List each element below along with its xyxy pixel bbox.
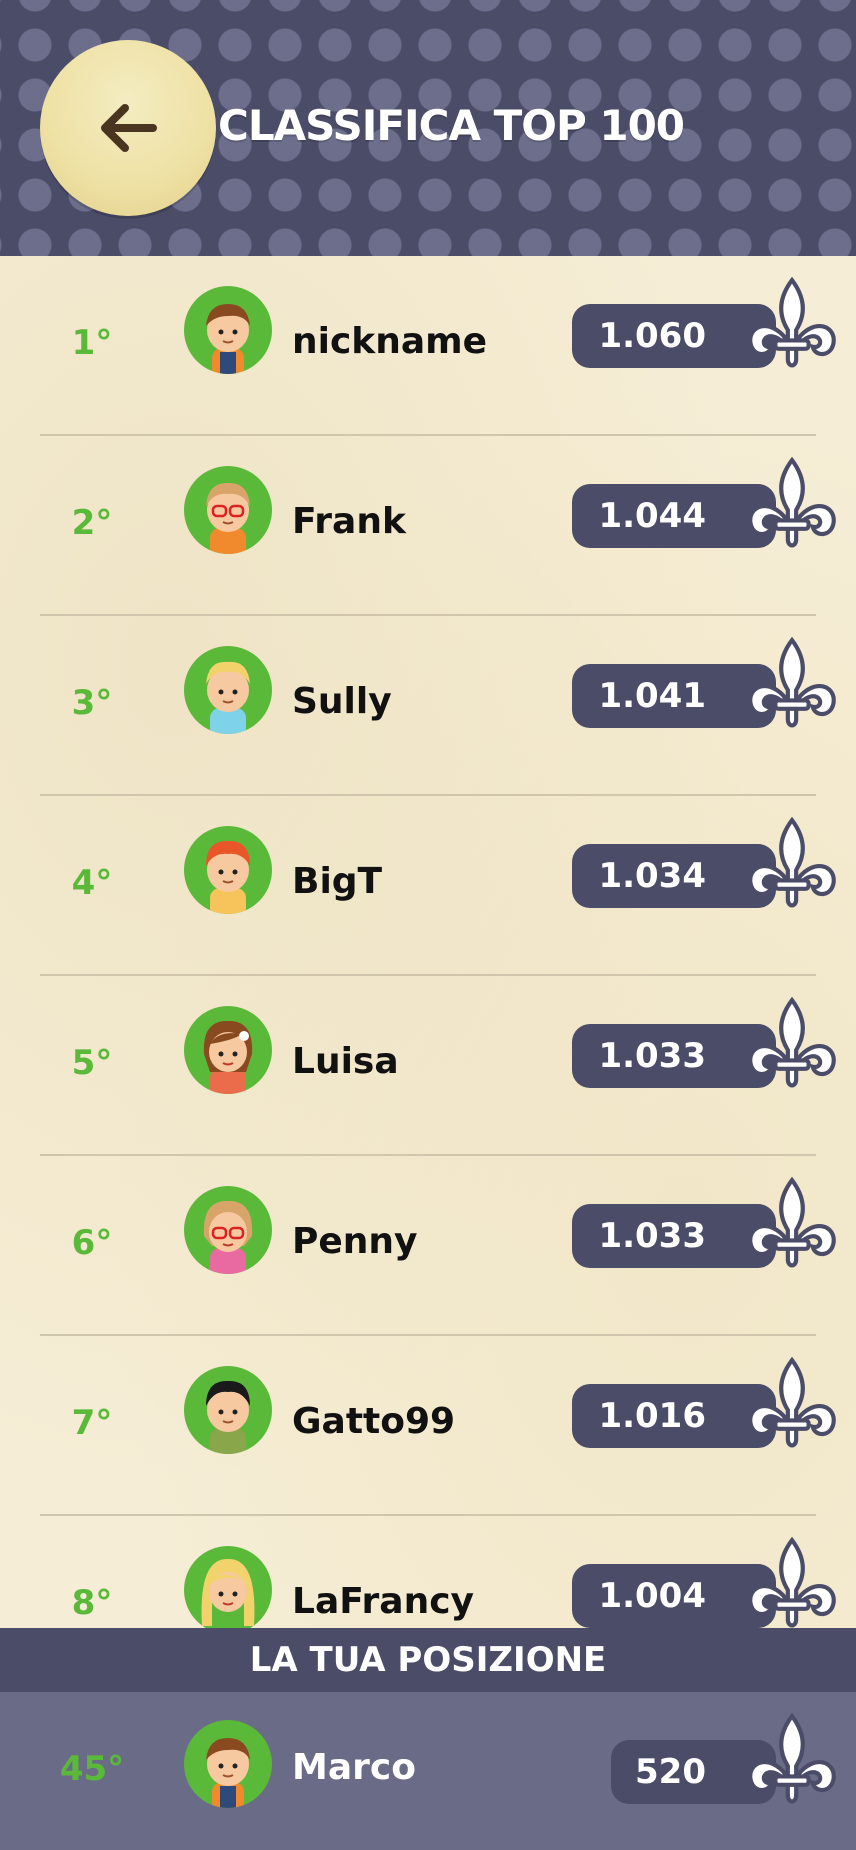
rank-label: 6° (71, 1223, 113, 1263)
fleur-de-lis-icon (748, 996, 836, 1088)
fleur-de-lis-icon (748, 276, 836, 368)
player-name: Sully (292, 681, 392, 722)
your-position-row[interactable]: 45° Marco 520 (0, 1692, 856, 1850)
player-name: BigT (292, 861, 383, 902)
player-name: Frank (292, 501, 406, 542)
leaderboard-row[interactable]: 7° Gatto99 1.016 (0, 1336, 856, 1516)
arrow-left-icon (101, 104, 157, 152)
avatar (184, 1186, 272, 1274)
rank-label: 4° (71, 863, 113, 903)
rank-label: 7° (71, 1403, 113, 1443)
avatar (184, 1006, 272, 1094)
avatar (184, 1546, 272, 1628)
rank-label: 2° (71, 503, 113, 543)
leaderboard-row[interactable]: 2° Frank 1.044 (0, 436, 856, 616)
player-name: nickname (292, 321, 488, 362)
player-name: Gatto99 (292, 1401, 456, 1442)
leaderboard-row[interactable]: 3° Sully 1.041 (0, 616, 856, 796)
fleur-de-lis-icon (748, 636, 836, 728)
header: CLASSIFICA TOP 100 (0, 0, 856, 256)
leaderboard-row[interactable]: 6° Penny 1.033 (0, 1156, 856, 1336)
player-name: Luisa (292, 1041, 399, 1082)
avatar (184, 466, 272, 554)
leaderboard-list[interactable]: 1° nickname 1.060 2° Frank 1.044 3° Sull… (0, 256, 856, 1628)
back-button[interactable] (40, 40, 216, 216)
avatar (184, 1720, 272, 1808)
rank-label: 45° (59, 1749, 125, 1789)
player-name: Penny (292, 1221, 418, 1262)
fleur-de-lis-icon (748, 1712, 836, 1804)
rank-label: 8° (71, 1583, 113, 1623)
leaderboard-row[interactable]: 5° Luisa 1.033 (0, 976, 856, 1156)
leaderboard-row[interactable]: 4° BigT 1.034 (0, 796, 856, 976)
your-position-header: LA TUA POSIZIONE (0, 1628, 856, 1692)
leaderboard-row[interactable]: 8° LaFrancy 1.004 (0, 1516, 856, 1628)
avatar (184, 286, 272, 374)
fleur-de-lis-icon (748, 1356, 836, 1448)
avatar (184, 826, 272, 914)
fleur-de-lis-icon (748, 1176, 836, 1268)
avatar (184, 1366, 272, 1454)
fleur-de-lis-icon (748, 456, 836, 548)
fleur-de-lis-icon (748, 816, 836, 908)
leaderboard-row[interactable]: 1° nickname 1.060 (0, 256, 856, 436)
rank-label: 1° (71, 323, 113, 363)
avatar (184, 646, 272, 734)
fleur-de-lis-icon (748, 1536, 836, 1628)
page-title: CLASSIFICA TOP 100 (218, 101, 685, 150)
player-name: LaFrancy (292, 1581, 475, 1622)
rank-label: 3° (71, 683, 113, 723)
rank-label: 5° (71, 1043, 113, 1083)
player-name: Marco (292, 1747, 416, 1788)
